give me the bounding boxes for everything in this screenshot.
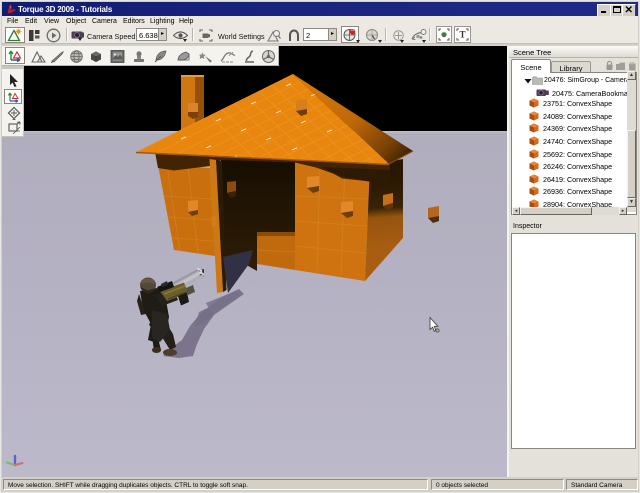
svg-text:T: T [459,30,465,40]
